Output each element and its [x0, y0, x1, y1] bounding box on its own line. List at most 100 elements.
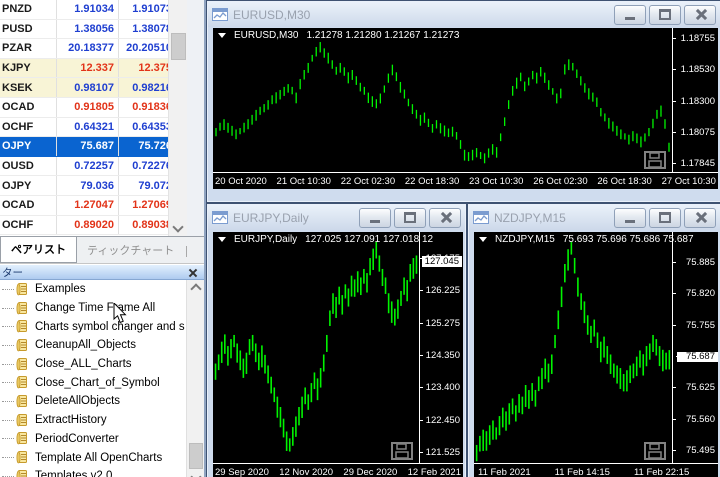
market-watch-row[interactable]: PUSD 1.38056 1.38078	[0, 19, 175, 40]
close-button[interactable]	[684, 207, 716, 228]
save-template-icon	[391, 442, 413, 460]
chart-client[interactable]: NZDJPY,M15 75.693 75.696 75.686 75.687 7…	[474, 232, 718, 477]
market-watch-row[interactable]: KJPY 12.337 12.375	[0, 58, 175, 79]
navigator-item-label: Close_Chart_of_Symbol	[35, 376, 160, 389]
symbol-dropdown-icon[interactable]	[218, 237, 226, 242]
window-title: EURJPY,Daily	[233, 210, 309, 225]
close-icon	[440, 212, 451, 223]
chart-ohlc-header[interactable]: EURJPY,Daily 127.025 127.091 127.018 12	[218, 234, 433, 245]
market-watch-scrollbar[interactable]	[168, 0, 187, 236]
navigator-item[interactable]: CleanupAll_Objects	[0, 336, 185, 355]
navigator-item[interactable]: Template All OpenCharts	[0, 448, 185, 467]
symbol-cell: PUSD	[0, 19, 57, 40]
tree-branch-line	[2, 326, 14, 328]
time-axis-label: 26 Oct 18:30	[597, 175, 652, 187]
market-watch-row[interactable]: OCHF 0.64321 0.64353	[0, 117, 175, 138]
ask-cell: 0.98216	[118, 77, 175, 98]
price-scale-label: 126.225	[419, 286, 463, 296]
symbol-cell: OCHF	[0, 117, 57, 138]
bid-cell: 12.337	[56, 58, 119, 79]
navigator-item-label: DeleteAllObjects	[35, 395, 121, 408]
symbol-dropdown-icon[interactable]	[218, 33, 226, 38]
restore-button[interactable]	[394, 207, 426, 228]
chart-client[interactable]: EURUSD,M30 1.21278 1.21280 1.21267 1.212…	[213, 28, 718, 189]
chart-window-nzdjpy[interactable]: NZDJPY,M15 NZDJPY,M15 75.693 75.696 75.6…	[467, 203, 720, 477]
scrollbar-thumb[interactable]	[171, 33, 186, 60]
scroll-up-button[interactable]	[187, 280, 204, 295]
navigator-item-label: Close_ALL_Charts	[35, 358, 132, 371]
close-icon	[695, 212, 706, 223]
close-button[interactable]	[429, 207, 461, 228]
window-titlebar[interactable]: NZDJPY,M15	[469, 205, 720, 230]
tab-tick-chart[interactable]: ティックチャート	[77, 238, 184, 263]
market-watch-row[interactable]: OCHF 0.89020 0.89038	[0, 215, 175, 236]
price-scale-label: 75.885	[672, 258, 718, 268]
market-watch-row[interactable]: OUSD 0.72257 0.72276	[0, 156, 175, 177]
scrollbar-thumb[interactable]	[189, 443, 203, 469]
minimize-button[interactable]	[359, 207, 391, 228]
mdi-area: EURUSD,M30 EURUSD,M30 1.21278 1.21280 1.…	[204, 0, 720, 477]
bid-cell: 1.91034	[56, 0, 119, 20]
price-scale[interactable]: 1.18755 1.18530 1.18300 1.18075 1.17845	[672, 28, 718, 173]
symbol-cell: PNZD	[0, 0, 57, 20]
navigator-item-label: PeriodConverter	[35, 432, 119, 445]
window-titlebar[interactable]: EURJPY,Daily	[208, 205, 465, 230]
time-axis[interactable]: 20 Oct 2020 21 Oct 10:30 22 Oct 02:30 22 Oc…	[213, 172, 718, 189]
scroll-down-button[interactable]	[187, 471, 204, 477]
market-watch-row[interactable]: PZAR 20.18377 20.20510	[0, 38, 175, 59]
market-watch-row[interactable]: OJPY 75.687 75.726	[0, 136, 175, 157]
tree-branch-line	[2, 288, 14, 290]
market-watch-row[interactable]: KSEK 0.98107 0.98216	[0, 77, 175, 98]
chart-ohlc-header[interactable]: NZDJPY,M15 75.693 75.696 75.686 75.687	[479, 234, 694, 245]
price-scale-label: 1.18075	[672, 127, 718, 138]
navigator-item[interactable]: Templates v2.0	[0, 467, 185, 477]
navigator-item[interactable]: DeleteAllObjects	[0, 392, 185, 411]
price-bars[interactable]	[475, 242, 671, 462]
navigator-scrollbar[interactable]	[186, 280, 204, 477]
minimize-button[interactable]	[614, 207, 646, 228]
close-icon[interactable]	[188, 268, 197, 277]
market-watch-row[interactable]: OCAD 1.27047 1.27069	[0, 195, 175, 216]
scroll-down-button[interactable]	[169, 221, 186, 236]
chart-ohlc-header[interactable]: EURUSD,M30 1.21278 1.21280 1.21267 1.212…	[218, 30, 459, 41]
price-scale-label: 75.687	[676, 351, 718, 362]
price-scale[interactable]: 75.885 75.820 75.755 75.687 75.625 75.560 75.4…	[672, 232, 718, 464]
navigator-item[interactable]: Change Time Frame All	[0, 299, 185, 318]
time-axis-label: 22 Oct 18:30	[404, 175, 460, 187]
navigator-item-label: Change Time Frame All	[35, 302, 156, 315]
minimize-icon	[625, 17, 635, 20]
navigator-item[interactable]: Examples	[0, 280, 185, 299]
navigator-item[interactable]: ExtractHistory	[0, 411, 185, 430]
market-watch-row[interactable]: OCAD 0.91805 0.91836	[0, 97, 175, 118]
script-icon	[16, 282, 27, 296]
tab-pair-list[interactable]: ペアリスト	[0, 237, 77, 263]
time-axis[interactable]: 29 Sep 2020 12 Nov 2020 29 Dec 2020 12 Feb …	[213, 463, 463, 477]
time-axis[interactable]: 11 Feb 2021 11 Feb 14:15 11 Feb 22:15	[474, 463, 718, 477]
bid-cell: 75.687	[56, 136, 119, 157]
market-watch-row[interactable]: OJPY 79.036 79.072	[0, 175, 175, 196]
price-scale-label: 1.18755	[672, 34, 718, 44]
chart-window-eurusd[interactable]: EURUSD,M30 EURUSD,M30 1.21278 1.21280 1.…	[206, 0, 720, 203]
price-bars[interactable]	[214, 38, 671, 171]
time-axis-label: 11 Feb 22:15	[633, 466, 690, 477]
ask-cell: 1.38078	[118, 19, 175, 40]
chart-client[interactable]: EURJPY,Daily 127.025 127.091 127.018 12 …	[213, 232, 463, 477]
market-watch-row[interactable]: PNZD 1.91034 1.91073	[0, 0, 175, 20]
price-scale-label: 1.17845	[672, 159, 718, 169]
minimize-button[interactable]	[614, 4, 646, 25]
restore-button[interactable]	[649, 207, 681, 228]
navigator-item[interactable]: Close_Chart_of_Symbol	[0, 373, 185, 392]
ask-cell: 20.20510	[118, 38, 175, 59]
bid-cell: 1.38056	[56, 19, 119, 40]
ask-cell: 0.64353	[118, 117, 175, 138]
price-bars[interactable]	[214, 242, 418, 462]
restore-button[interactable]	[649, 4, 681, 25]
navigator-item[interactable]: PeriodConverter	[0, 430, 185, 449]
chart-window-eurjpy[interactable]: EURJPY,Daily EURJPY,Daily 127.025 127.09…	[206, 203, 467, 477]
navigator-item[interactable]: Charts symbol changer and s	[0, 317, 185, 336]
navigator-item[interactable]: Close_ALL_Charts	[0, 355, 185, 374]
window-title: NZDJPY,M15	[494, 210, 566, 225]
window-titlebar[interactable]: EURUSD,M30	[208, 2, 720, 27]
symbol-dropdown-icon[interactable]	[479, 237, 487, 242]
close-button[interactable]	[684, 4, 716, 25]
